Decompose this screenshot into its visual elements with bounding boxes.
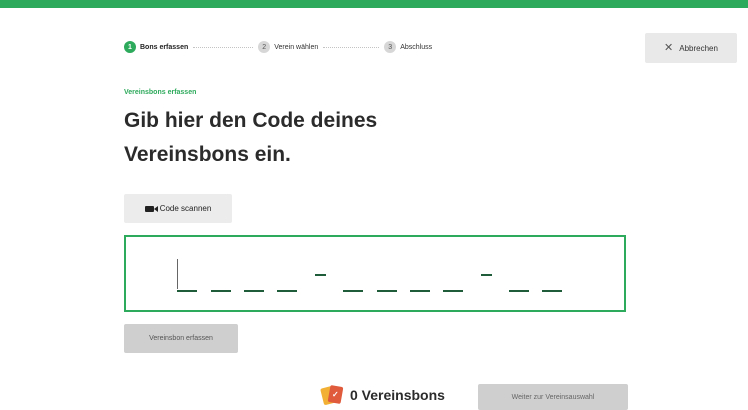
code-slot [443,290,463,292]
code-slot [211,290,231,292]
code-slot [509,290,529,292]
record-label: Vereinsbon erfassen [149,335,213,342]
vouchers-icon: ✓ [320,384,344,406]
step-connector [323,46,380,48]
step-number-badge: 1 [124,41,136,53]
step-label: Bons erfassen [140,43,189,51]
step-number-badge: 2 [258,41,271,53]
scan-code-button[interactable]: Code scannen [124,194,232,223]
record-voucher-button[interactable]: Vereinsbon erfassen [124,324,238,353]
step-connector [193,46,254,48]
next-to-club-selection-button[interactable]: Weiter zur Vereinsauswahl [478,384,628,410]
code-slot [177,290,197,292]
code-slot [542,290,562,292]
close-icon: ✕ [664,41,674,54]
cancel-button[interactable]: ✕ Abbrechen [645,33,737,63]
voucher-count-label: 0 Vereinsbons [350,387,445,403]
code-slot [343,290,363,292]
stepper: 1 Bons erfassen 2 Verein wählen 3 Abschl… [124,40,432,54]
step-abschluss: 3 Abschluss [384,41,432,53]
step-label: Verein wählen [274,43,319,51]
step-bons-erfassen: 1 Bons erfassen [124,41,188,53]
scan-label: Code scannen [159,204,212,213]
step-verein-waehlen: 2 Verein wählen [258,41,318,53]
code-slot [410,290,430,292]
code-separator [315,274,326,276]
top-accent-bar [0,0,748,8]
voucher-count: ✓ 0 Vereinsbons [320,384,445,406]
code-slot [377,290,397,292]
code-slot [277,290,297,292]
cancel-label: Abbrechen [679,43,718,53]
page-title: Gib hier den Code deines Vereinsbons ein… [124,109,378,166]
section-overline: Vereinsbons erfassen [124,89,197,96]
code-input[interactable] [124,235,626,312]
step-number-badge: 3 [384,41,397,53]
step-label: Abschluss [400,43,433,51]
next-label: Weiter zur Vereinsauswahl [511,393,595,401]
code-separator [481,274,492,276]
code-slot [244,290,264,292]
camera-icon [144,205,158,212]
text-caret [177,259,178,289]
